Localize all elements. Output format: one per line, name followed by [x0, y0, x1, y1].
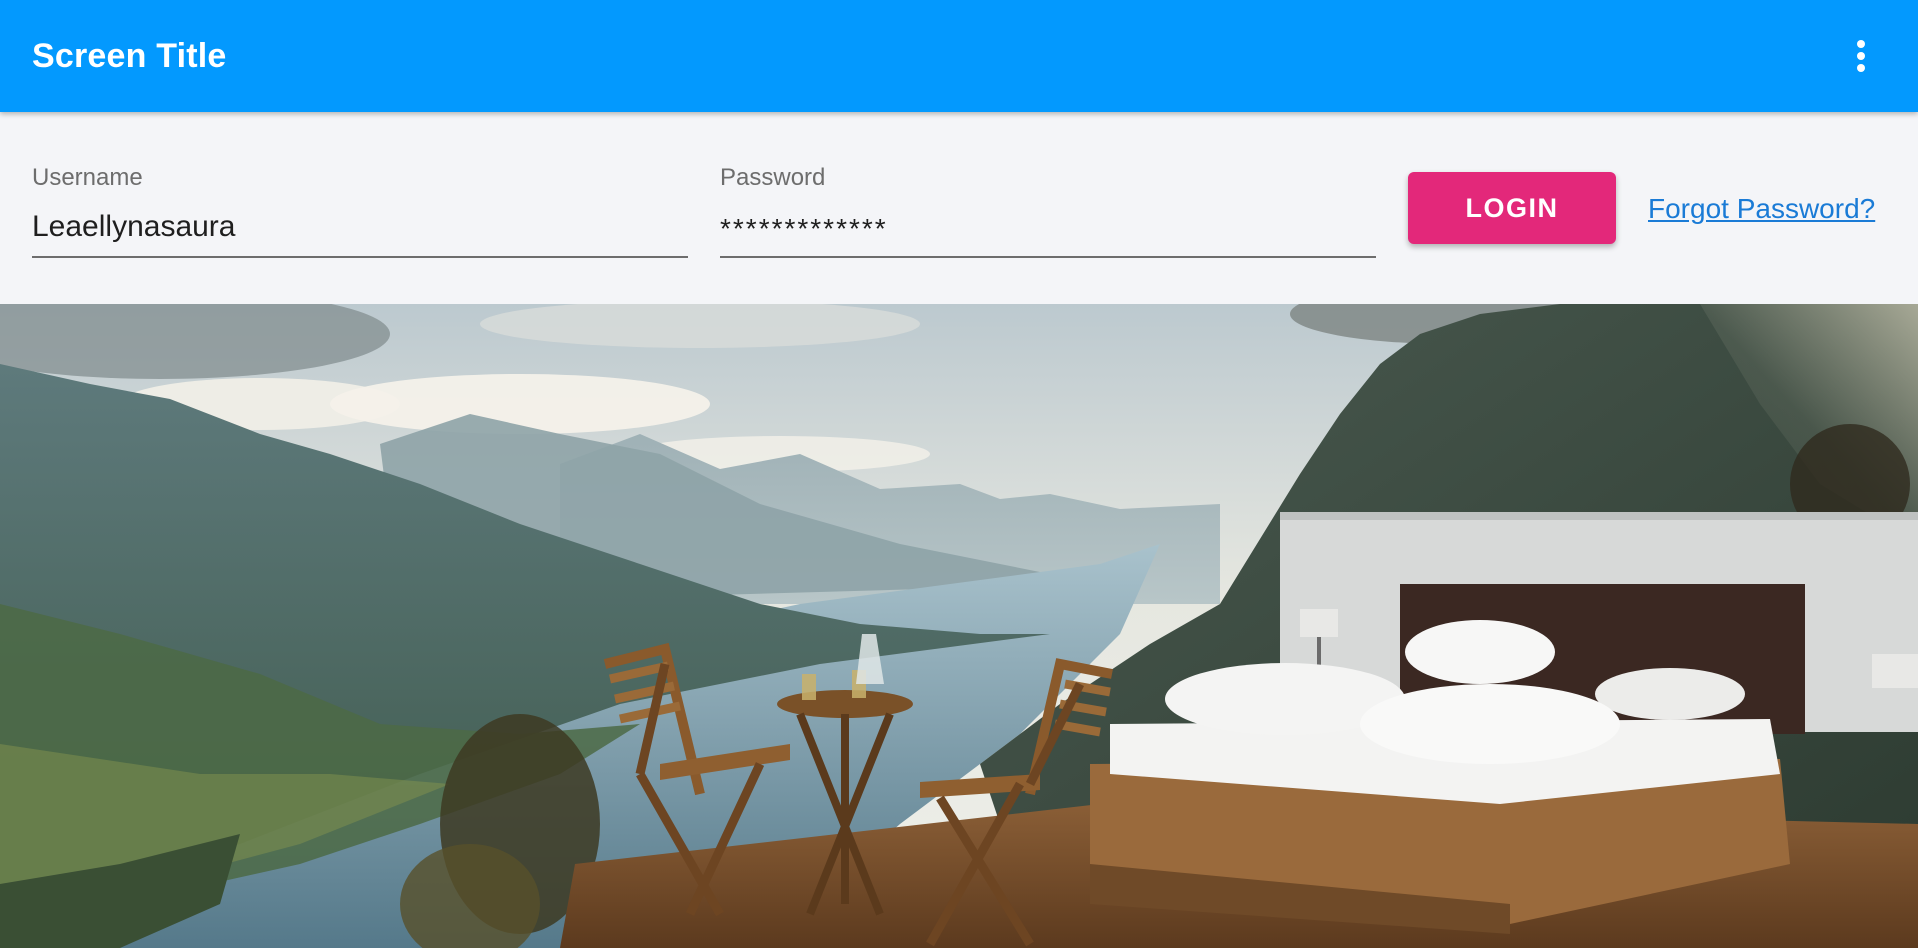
page-title: Screen Title — [32, 37, 227, 75]
login-button[interactable]: LOGIN — [1408, 172, 1616, 244]
app-bar: Screen Title — [0, 0, 1918, 112]
forgot-password-link[interactable]: Forgot Password? — [1648, 192, 1875, 226]
password-field-group: Password — [720, 164, 1376, 258]
username-underline — [32, 256, 688, 258]
username-label: Username — [32, 164, 143, 191]
username-field-group: Username — [32, 164, 688, 258]
password-input[interactable] — [720, 210, 1376, 248]
hero-image — [0, 304, 1918, 948]
username-input[interactable] — [32, 208, 688, 246]
login-form: Username Password LOGIN Forgot Password? — [0, 112, 1918, 304]
more-vert-icon[interactable] — [1843, 36, 1879, 76]
password-underline — [720, 256, 1376, 258]
password-label: Password — [720, 164, 826, 191]
